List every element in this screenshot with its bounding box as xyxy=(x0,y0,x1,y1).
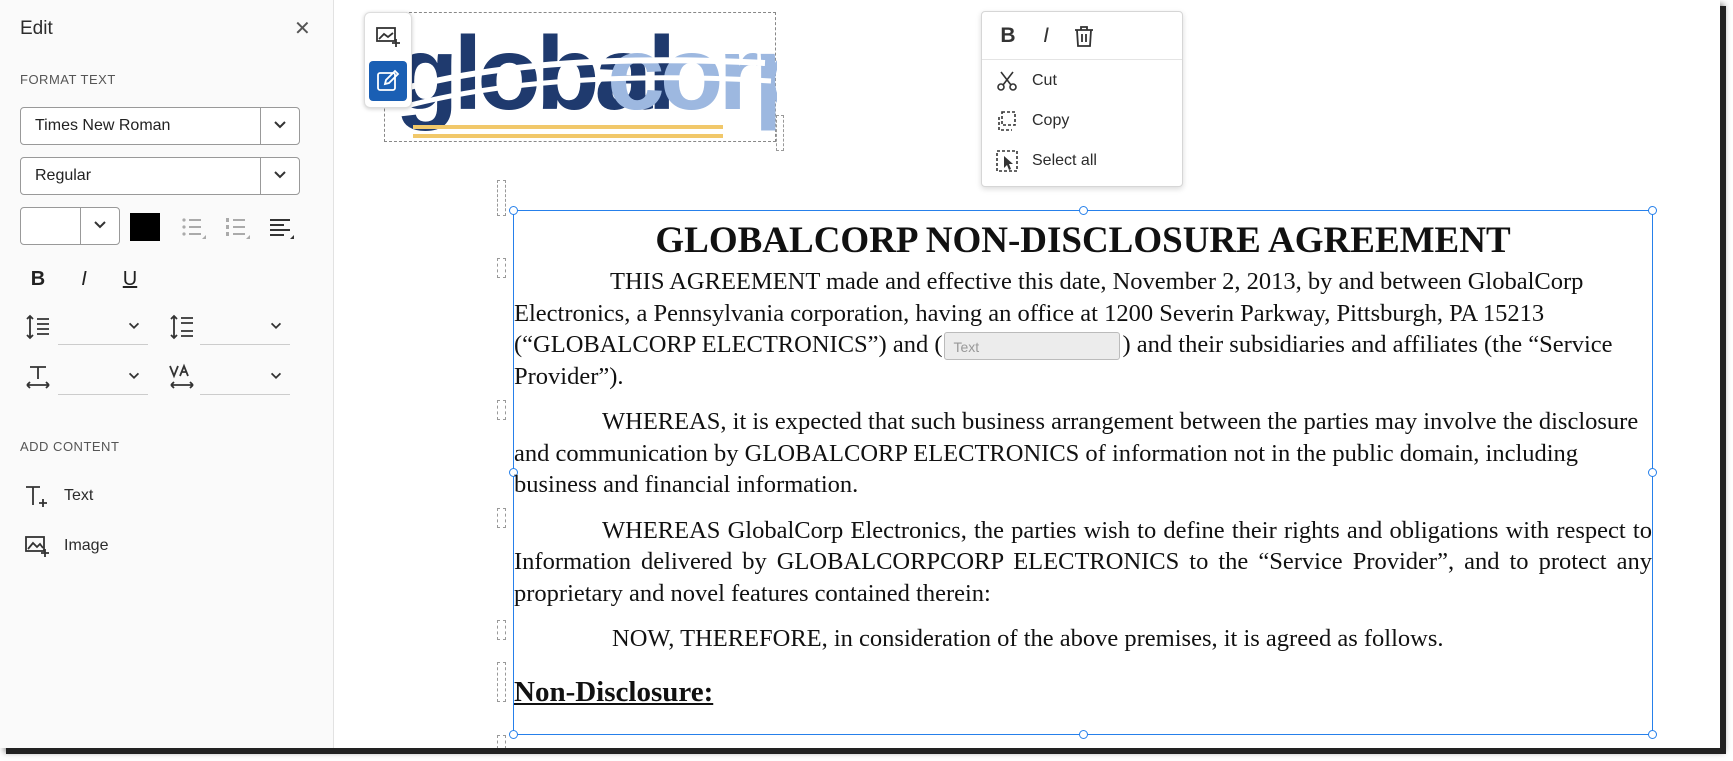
format-text-label: FORMAT TEXT xyxy=(20,72,116,87)
paragraph-2: WHEREAS, it is expected that such busine… xyxy=(514,408,1639,498)
menu-copy[interactable]: Copy xyxy=(996,106,1172,136)
menu-select-all[interactable]: Select all xyxy=(996,146,1172,176)
bullet-list-icon[interactable] xyxy=(180,214,208,242)
edit-panel: Edit ✕ FORMAT TEXT Times New Roman Regul… xyxy=(0,0,334,748)
menu-cut-label: Cut xyxy=(1032,72,1057,89)
text-form-field[interactable]: Text xyxy=(944,332,1121,361)
logo-text-corp: corp xyxy=(607,16,777,132)
paragraph-1: THIS AGREEMENT made and effective this d… xyxy=(514,268,1613,390)
chevron-down-icon xyxy=(270,322,282,330)
close-icon[interactable]: ✕ xyxy=(294,16,311,41)
font-style-value: Regular xyxy=(35,167,92,184)
document-title: GLOBALCORP NON-DISCLOSURE AGREEMENT xyxy=(655,220,1511,261)
character-scale-icon xyxy=(26,366,50,389)
app-window: Edit ✕ FORMAT TEXT Times New Roman Regul… xyxy=(0,0,1720,748)
menu-select-all-label: Select all xyxy=(1032,152,1097,169)
chevron-down-icon xyxy=(94,221,106,229)
font-family-select[interactable]: Times New Roman xyxy=(20,107,300,145)
character-scale-select[interactable] xyxy=(58,360,148,395)
line-spacing-select[interactable] xyxy=(58,310,148,345)
menu-bold-button[interactable]: B xyxy=(996,24,1020,48)
kerning-select[interactable] xyxy=(200,360,290,395)
copy-icon xyxy=(998,111,1016,131)
line-spacing-icon xyxy=(26,314,49,340)
edit-pencil-icon xyxy=(377,69,400,91)
add-text-label: Text xyxy=(64,487,94,504)
chevron-down-icon xyxy=(274,171,286,179)
chevron-down-icon xyxy=(128,372,140,380)
context-menu: B I Cut Copy Select all xyxy=(981,11,1183,187)
underline-button[interactable]: U xyxy=(116,265,144,293)
chevron-down-icon xyxy=(270,372,282,380)
paragraph-spacing-select[interactable] xyxy=(200,310,290,345)
add-text-button[interactable]: Text xyxy=(24,480,93,512)
kerning-icon xyxy=(169,363,194,389)
numbered-list-icon[interactable] xyxy=(224,214,252,242)
add-text-icon xyxy=(26,486,47,507)
font-style-select[interactable]: Regular xyxy=(20,157,300,195)
document-body[interactable]: GLOBALCORP NON-DISCLOSURE AGREEMENT THIS… xyxy=(514,210,1652,708)
font-family-value: Times New Roman xyxy=(35,117,171,134)
align-left-icon[interactable] xyxy=(268,214,296,242)
text-color-swatch[interactable] xyxy=(130,213,160,241)
object-toolbar xyxy=(364,12,412,108)
section-heading: Non-Disclosure: xyxy=(514,675,714,708)
font-size-select[interactable] xyxy=(20,207,120,245)
paragraph-3: WHEREAS GlobalCorp Electronics, the part… xyxy=(514,516,1652,607)
add-content-label: ADD CONTENT xyxy=(20,439,120,454)
select-all-icon xyxy=(996,150,1018,172)
chevron-down-icon xyxy=(128,322,140,330)
menu-copy-label: Copy xyxy=(1032,112,1070,129)
scissors-icon xyxy=(997,71,1017,91)
paragraph-spacing-icon xyxy=(170,314,193,340)
italic-button[interactable]: I xyxy=(70,265,98,293)
chevron-down-icon xyxy=(274,121,286,129)
menu-cut[interactable]: Cut xyxy=(996,66,1172,96)
add-image-label: Image xyxy=(64,537,109,554)
edit-object-button[interactable] xyxy=(369,61,407,101)
panel-title: Edit xyxy=(20,18,53,39)
image-add-icon xyxy=(376,27,400,47)
paragraph-4: NOW, THEREFORE, in consideration of the … xyxy=(612,625,1444,652)
bold-button[interactable]: B xyxy=(24,265,52,293)
trash-icon[interactable] xyxy=(1072,24,1096,48)
logo-image[interactable]: global corp xyxy=(384,12,777,142)
menu-italic-button[interactable]: I xyxy=(1034,24,1058,48)
crop-image-button[interactable] xyxy=(369,17,407,57)
add-image-icon xyxy=(25,536,49,557)
add-image-button[interactable]: Image xyxy=(24,530,108,562)
